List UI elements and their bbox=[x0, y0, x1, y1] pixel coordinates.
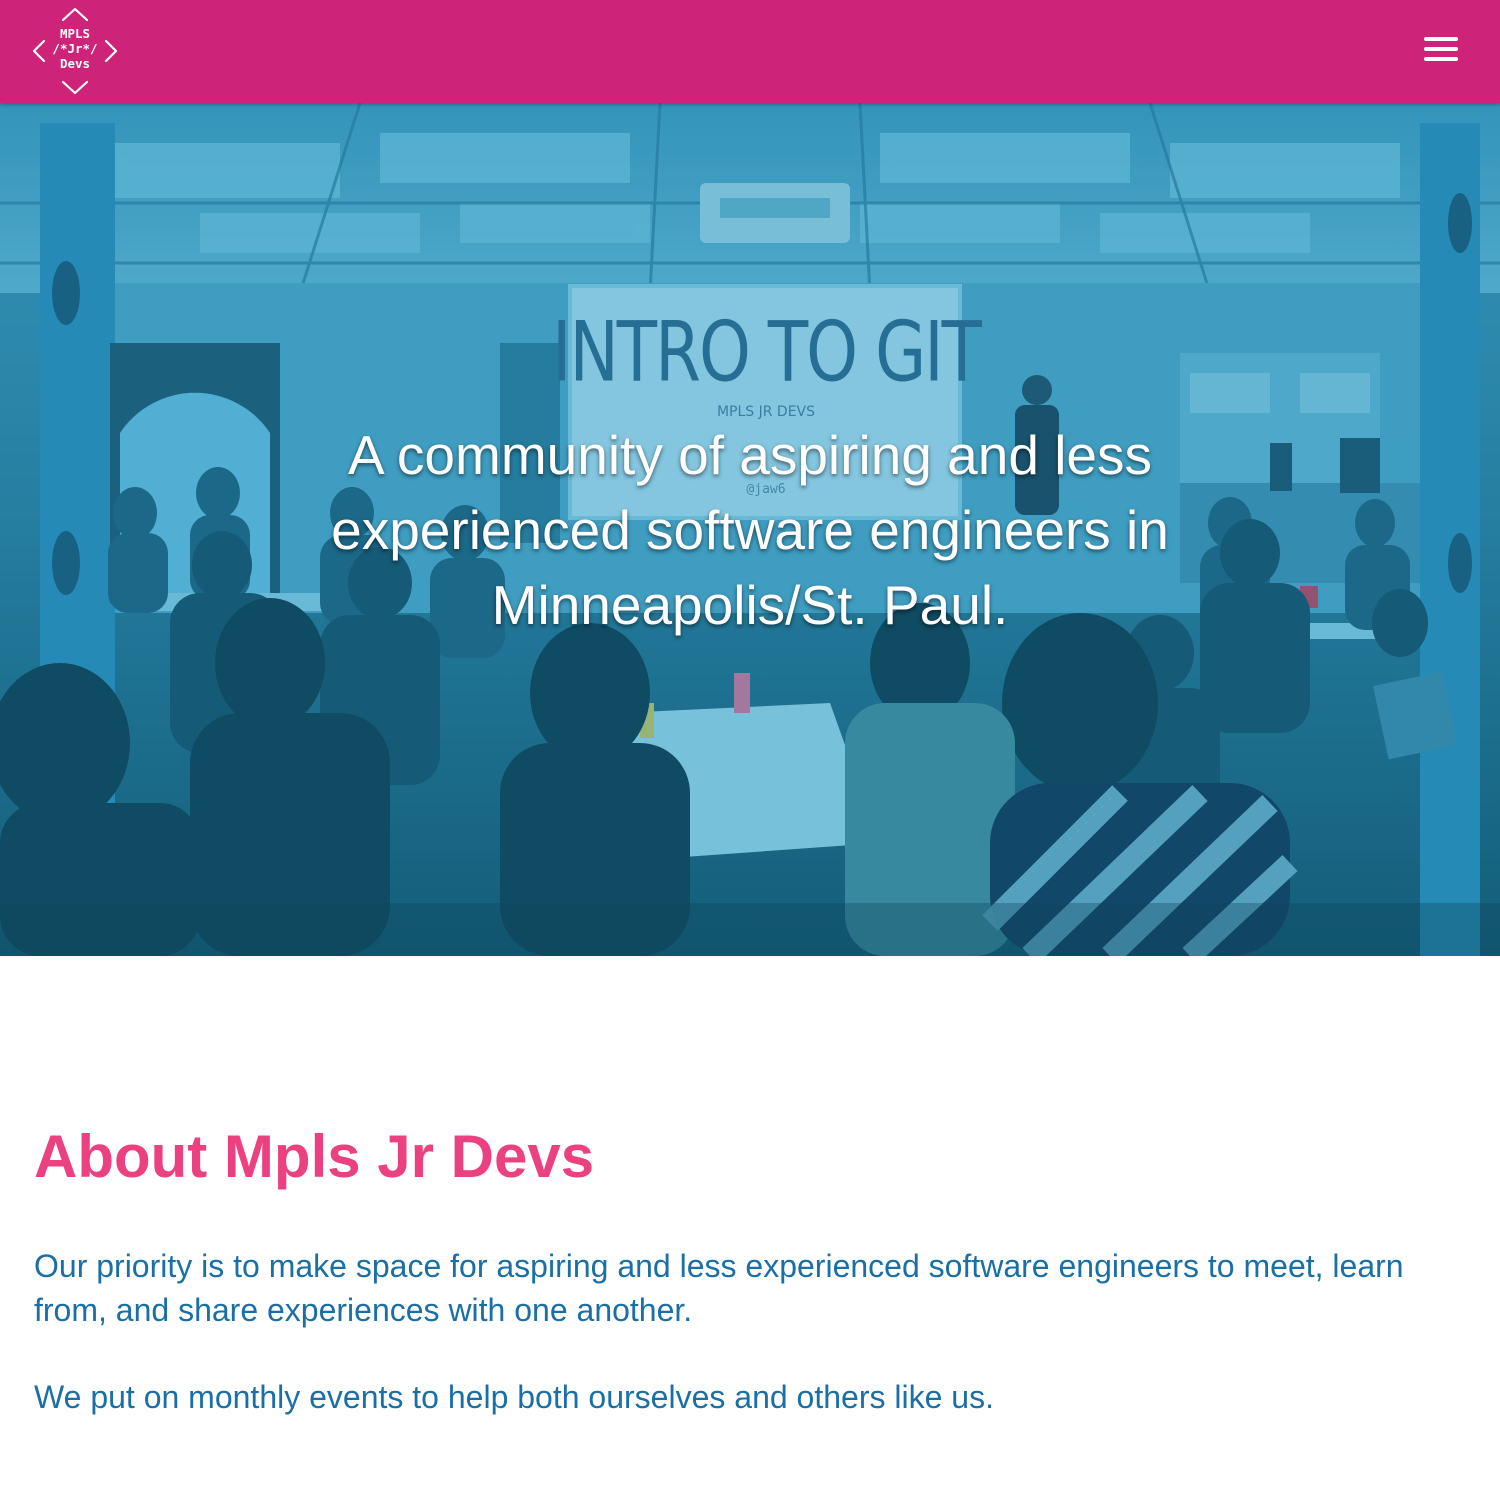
about-title: About Mpls Jr Devs bbox=[34, 1123, 595, 1190]
site-header: MPLS /*Jr*/ Devs bbox=[0, 0, 1500, 103]
logo-link[interactable]: MPLS /*Jr*/ Devs bbox=[30, 6, 120, 96]
logo-text-line1: MPLS bbox=[59, 26, 91, 41]
about-paragraph-events: We put on monthly events to help both ou… bbox=[34, 1379, 994, 1415]
logo-text-line2: /*Jr*/ bbox=[52, 41, 98, 56]
hero-tagline: A community of aspiring and less experie… bbox=[331, 424, 1169, 636]
hero-banner: INTRO TO GIT MPLS JR DEVS @jaw6 A commun… bbox=[0, 103, 1500, 956]
menu-button[interactable] bbox=[1424, 33, 1460, 65]
logo-text-line3: Devs bbox=[59, 56, 91, 71]
about-section: About Mpls Jr Devs Our priority is to ma… bbox=[0, 956, 1500, 1500]
about-paragraph-priority: Our priority is to make space for aspiri… bbox=[34, 1248, 1404, 1328]
